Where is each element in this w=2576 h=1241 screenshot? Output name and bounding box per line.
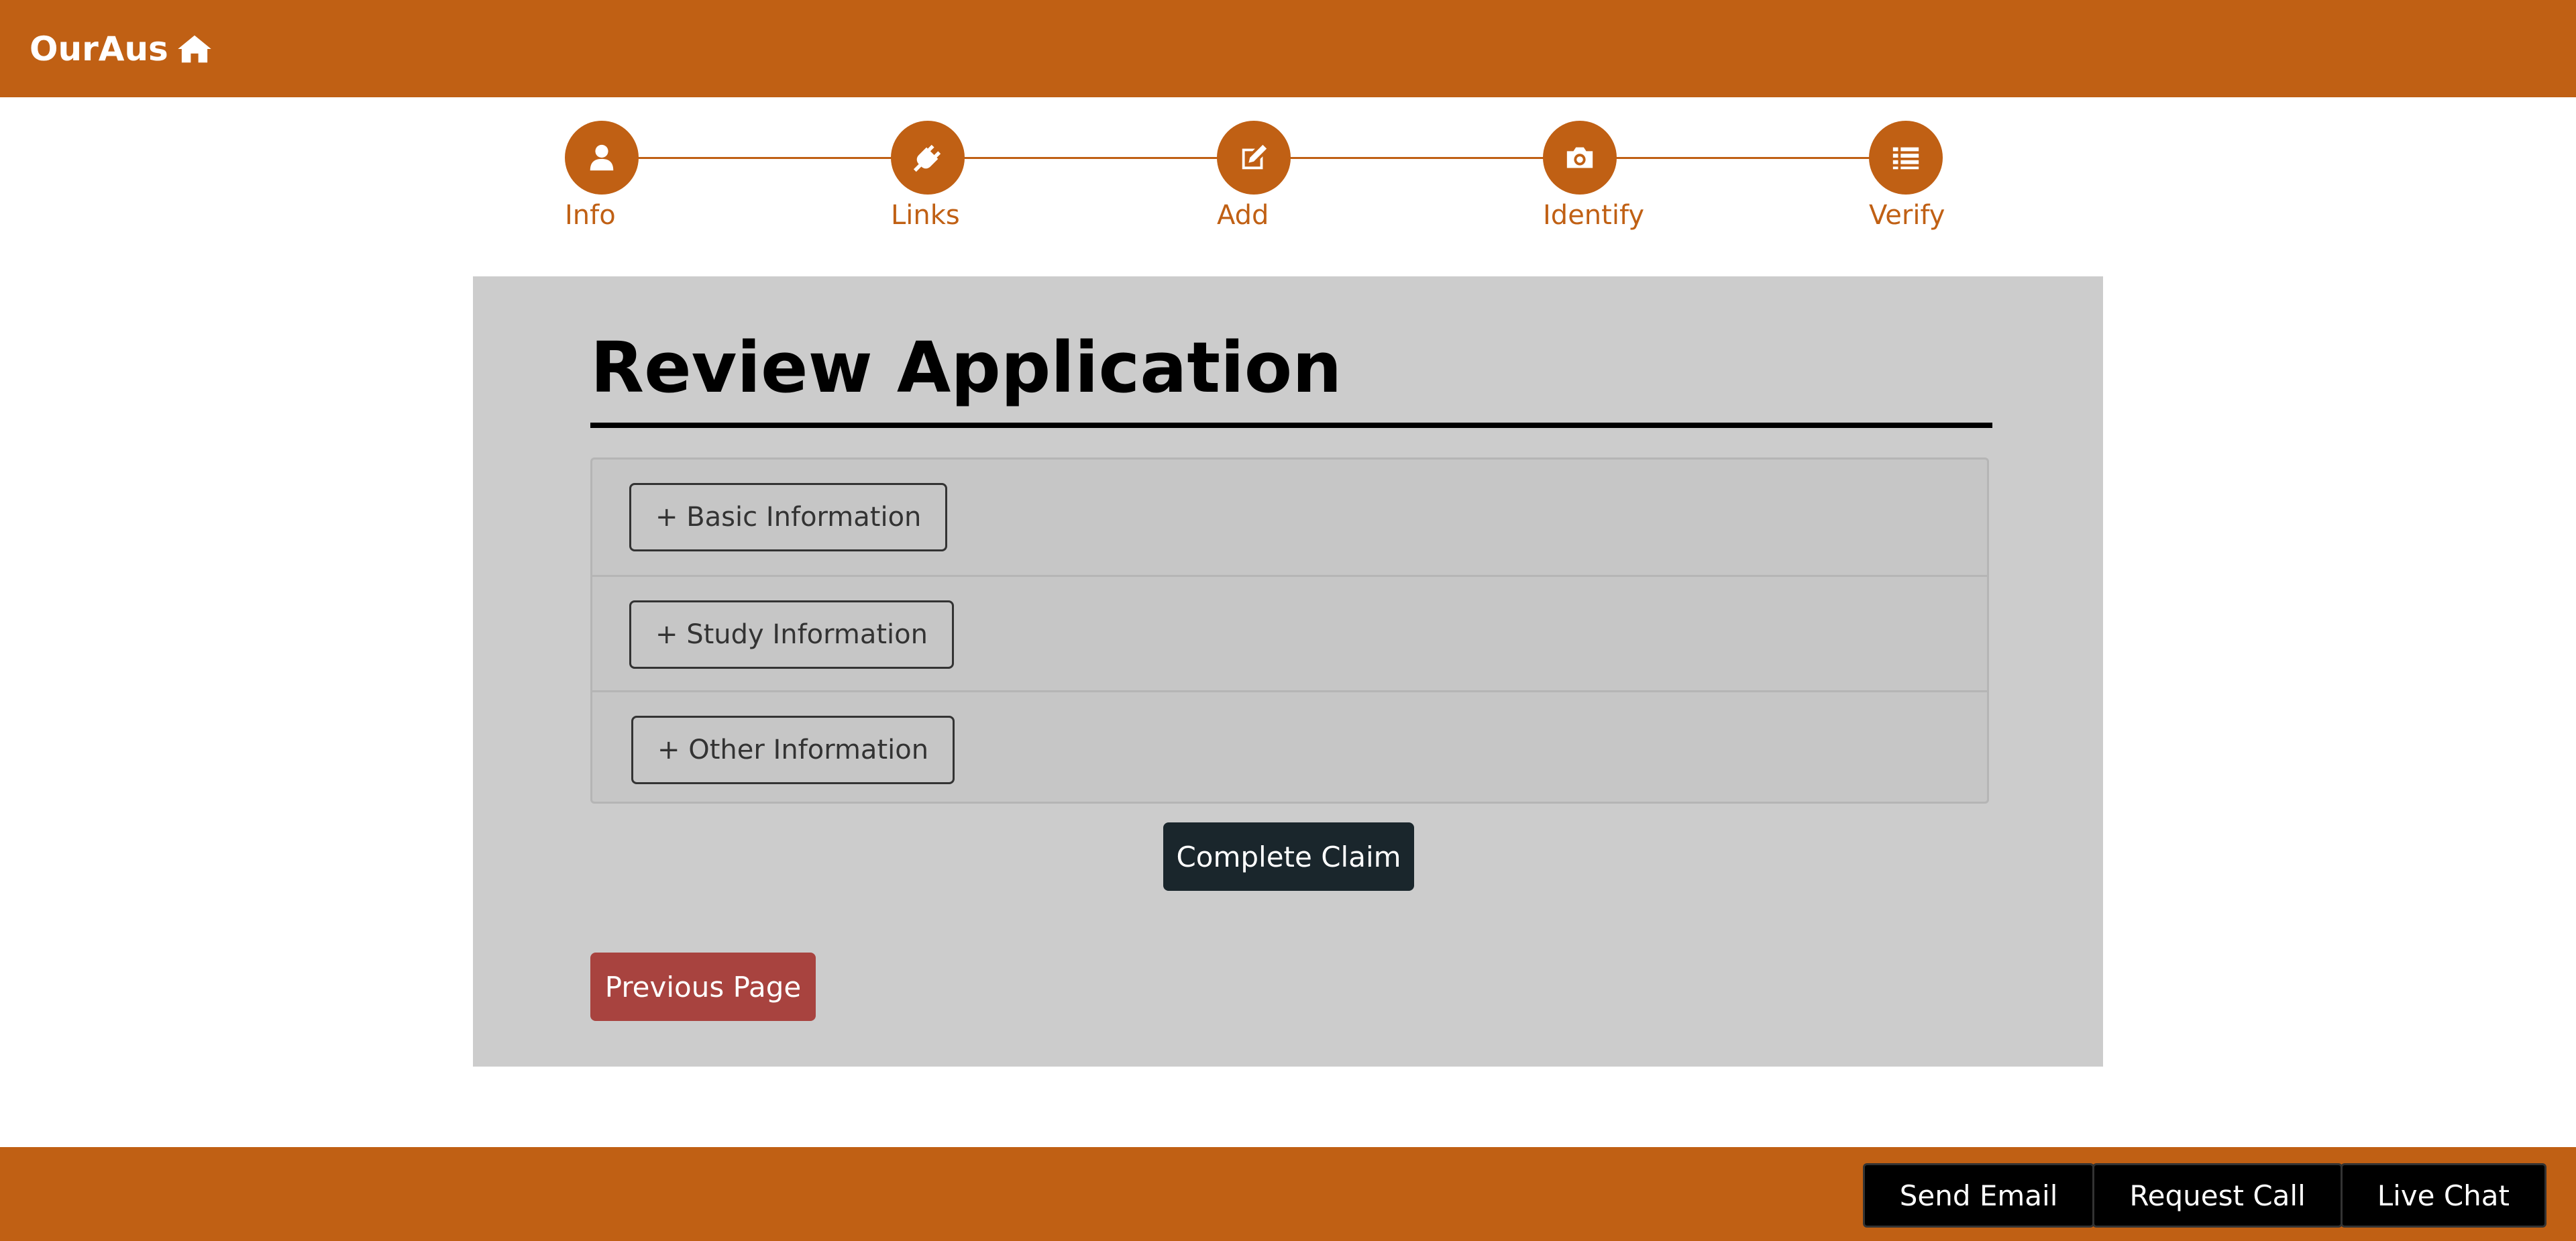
step-info-circle xyxy=(565,121,639,195)
list-icon xyxy=(1892,147,1919,170)
basic-information-toggle[interactable]: + Basic Information xyxy=(629,483,948,551)
complete-claim-button[interactable]: Complete Claim xyxy=(1163,822,1414,891)
accordion-item-study: + Study Information xyxy=(592,575,1987,690)
footer-bar: Send Email Request Call Live Chat xyxy=(0,1147,2576,1241)
previous-page-button[interactable]: Previous Page xyxy=(590,953,816,1021)
study-information-toggle[interactable]: + Study Information xyxy=(629,600,954,669)
plug-icon xyxy=(913,144,941,172)
step-verify[interactable]: Verify xyxy=(1869,121,2017,241)
live-chat-button[interactable]: Live Chat xyxy=(2340,1163,2546,1228)
step-verify-label: Verify xyxy=(1869,200,1945,231)
contact-button-group: Send Email Request Call Live Chat xyxy=(1862,1163,2546,1228)
page-title: Review Application xyxy=(590,327,1342,409)
step-add-circle xyxy=(1217,121,1291,195)
accordion-item-basic: + Basic Information xyxy=(592,460,1987,575)
step-links-circle xyxy=(891,121,965,195)
step-identify-label: Identify xyxy=(1543,200,1644,231)
progress-stepper: Info Links Add Identify Verify xyxy=(0,0,2576,241)
step-links-label: Links xyxy=(891,200,960,231)
step-info-label: Info xyxy=(565,200,616,231)
send-email-button[interactable]: Send Email xyxy=(1862,1163,2095,1228)
accordion-item-other: + Other Information xyxy=(592,690,1987,806)
step-info[interactable]: Info xyxy=(565,121,712,241)
review-panel: Review Application + Basic Information +… xyxy=(473,276,2103,1067)
review-accordion: + Basic Information + Study Information … xyxy=(590,457,1989,804)
edit-icon xyxy=(1242,144,1267,170)
step-identify[interactable]: Identify xyxy=(1543,121,1690,241)
user-icon xyxy=(590,144,614,171)
step-add-label: Add xyxy=(1217,200,1269,231)
other-information-toggle[interactable]: + Other Information xyxy=(631,716,955,784)
step-identify-circle xyxy=(1543,121,1617,195)
request-call-button[interactable]: Request Call xyxy=(2092,1163,2343,1228)
camera-icon xyxy=(1566,147,1593,168)
title-divider xyxy=(590,423,1992,428)
step-verify-circle xyxy=(1869,121,1943,195)
step-links[interactable]: Links xyxy=(891,121,1038,241)
step-add[interactable]: Add xyxy=(1217,121,1364,241)
